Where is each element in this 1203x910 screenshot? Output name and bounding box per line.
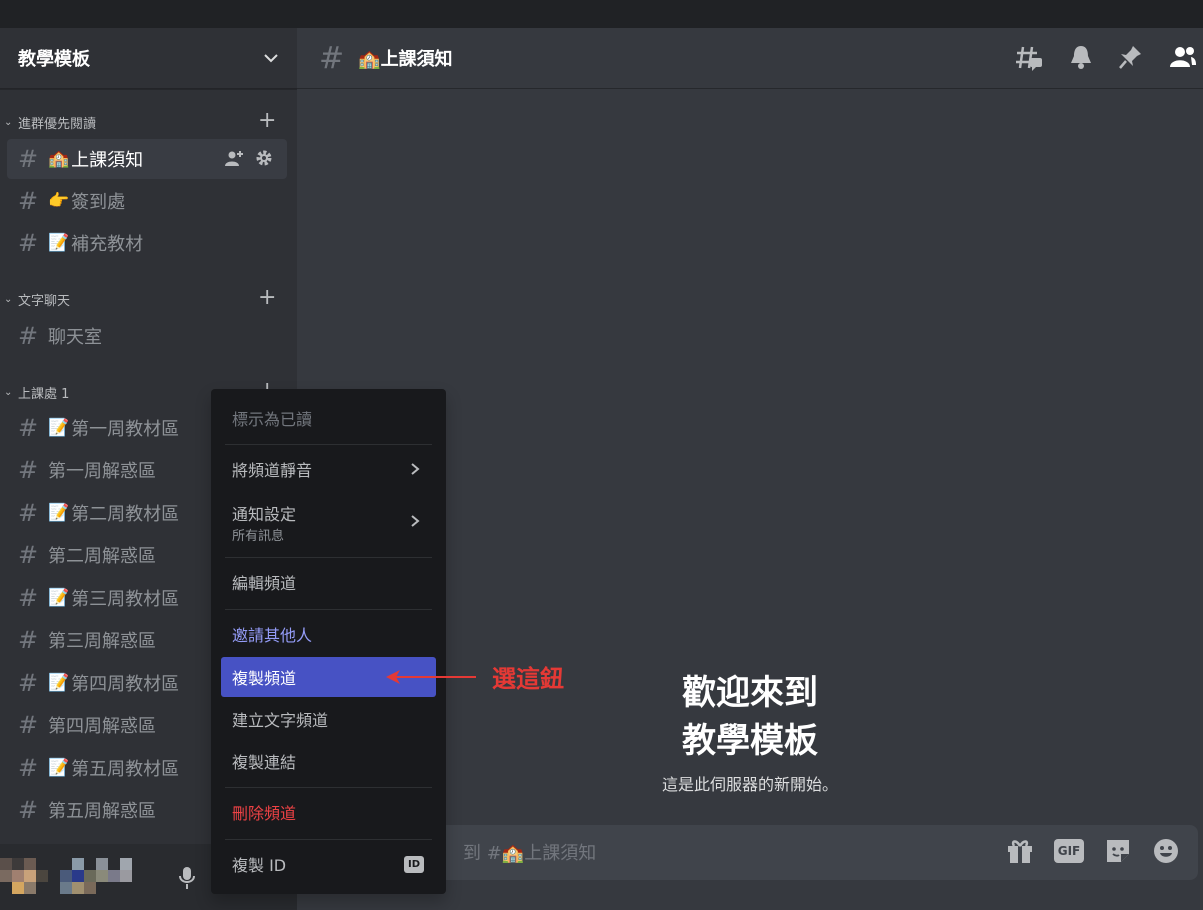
channel-context-menu: 標示為已讀 將頻道靜音 通知設定 所有訊息 編輯頻道 邀請其他人 複製頻道 建立… — [211, 389, 446, 894]
hash-icon: # — [18, 499, 39, 527]
channel-item[interactable]: # 👉 簽到處 — [7, 181, 287, 221]
hash-icon: # — [18, 229, 39, 257]
channel-item[interactable]: # 📝 補充教材 — [7, 223, 287, 263]
id-icon: ID — [404, 856, 424, 873]
menu-item-notification-settings[interactable]: 通知設定 所有訊息 — [221, 493, 436, 547]
avatar[interactable] — [0, 858, 150, 908]
channel-name: 第四周教材區 — [71, 674, 180, 695]
chevron-down-icon — [264, 54, 278, 63]
gift-icon[interactable] — [1006, 837, 1034, 865]
channel-name: 第三周解惑區 — [48, 631, 156, 652]
add-channel-icon[interactable]: + — [258, 110, 276, 132]
caret-down-icon: ⌄ — [4, 293, 13, 305]
channel-name: 第二周解惑區 — [48, 546, 156, 567]
caret-down-icon: ⌄ — [4, 386, 13, 398]
menu-item-copy-link[interactable]: 複製連結 — [221, 741, 436, 781]
header-channel-name: 🏫上課須知 — [358, 49, 453, 70]
channel-emoji: 📝 — [48, 233, 70, 253]
hash-icon: # — [18, 584, 39, 612]
gear-icon[interactable] — [255, 149, 273, 167]
annotation-arrow-icon — [386, 670, 476, 684]
channel-emoji: 📝 — [48, 503, 70, 523]
menu-item-delete-channel[interactable]: 刪除頻道 — [221, 792, 436, 832]
hash-icon: # — [18, 187, 39, 215]
channel-name: 第四周解惑區 — [48, 716, 156, 737]
hash-icon: # — [319, 40, 345, 76]
message-input[interactable]: 到 #🏫上課須知 GIF — [315, 825, 1198, 880]
server-header[interactable]: 教學模板 — [0, 28, 297, 89]
annotation-label: 選這鈕 — [492, 664, 564, 693]
hash-icon: # — [18, 626, 39, 654]
channel-emoji: 📝 — [48, 758, 70, 778]
add-channel-icon[interactable]: + — [258, 287, 276, 309]
hash-icon: # — [18, 414, 39, 442]
invite-member-icon[interactable] — [225, 149, 245, 167]
sticker-icon[interactable] — [1104, 837, 1132, 865]
category-header[interactable]: ⌄ 進群優先閱讀 + — [0, 110, 297, 132]
threads-icon[interactable] — [1015, 44, 1043, 72]
hash-icon: # — [18, 669, 39, 697]
menu-item-copy-id[interactable]: 複製 ID ID — [221, 844, 436, 884]
notification-setting-value: 所有訊息 — [232, 529, 285, 544]
category-name: 文字聊天 — [18, 293, 71, 309]
microphone-icon[interactable] — [178, 866, 196, 890]
channel-header: # 🏫上課須知 — [297, 28, 1203, 89]
pin-icon[interactable] — [1119, 44, 1143, 70]
channel-name: 第一周解惑區 — [48, 461, 156, 482]
channel-emoji: 👉 — [48, 191, 70, 211]
channel-name: 第三周教材區 — [71, 589, 180, 610]
channel-item[interactable]: # 聊天室 — [7, 316, 287, 356]
channel-name: 上課須知 — [71, 150, 144, 171]
menu-divider — [225, 444, 432, 445]
channel-name: 第五周解惑區 — [48, 801, 156, 822]
channel-name: 第一周教材區 — [71, 419, 180, 440]
chevron-right-icon — [411, 463, 420, 475]
hash-icon: # — [18, 711, 39, 739]
server-name: 教學模板 — [18, 49, 90, 70]
member-list-icon[interactable] — [1169, 44, 1197, 70]
hash-icon: # — [18, 456, 39, 484]
caret-down-icon: ⌄ — [4, 116, 13, 128]
channel-name: 簽到處 — [71, 192, 126, 213]
hash-icon: # — [18, 145, 39, 173]
category-header[interactable]: ⌄ 文字聊天 + — [0, 287, 297, 309]
menu-divider — [225, 787, 432, 788]
message-placeholder: 到 #🏫上課須知 — [463, 843, 597, 864]
menu-item-invite-people[interactable]: 邀請其他人 — [221, 614, 436, 654]
hash-icon: # — [18, 796, 39, 824]
menu-item-edit-channel[interactable]: 編輯頻道 — [221, 562, 436, 602]
channel-name: 第五周教材區 — [71, 759, 180, 780]
bell-icon[interactable] — [1069, 44, 1093, 70]
channel-name: 聊天室 — [48, 327, 102, 348]
emoji-icon[interactable] — [1152, 837, 1180, 865]
hash-icon: # — [18, 322, 39, 350]
menu-item-mute-channel[interactable]: 將頻道靜音 — [221, 449, 436, 489]
window-titlebar — [0, 0, 1203, 28]
gif-icon[interactable]: GIF — [1054, 839, 1084, 863]
category-name: 進群優先閱讀 — [18, 116, 97, 132]
chevron-right-icon — [411, 515, 420, 527]
channel-emoji: 📝 — [48, 673, 70, 693]
channel-item[interactable]: # 🏫 上課須知 — [7, 139, 287, 179]
menu-divider — [225, 839, 432, 840]
channel-emoji: 🏫 — [48, 149, 70, 169]
menu-item-mark-read[interactable]: 標示為已讀 — [221, 398, 436, 438]
channel-emoji: 📝 — [48, 588, 70, 608]
menu-divider — [225, 557, 432, 558]
hash-icon: # — [18, 754, 39, 782]
menu-divider — [225, 609, 432, 610]
menu-item-create-text-channel[interactable]: 建立文字頻道 — [221, 699, 436, 739]
channel-name: 第二周教材區 — [71, 504, 180, 525]
hash-icon: # — [18, 541, 39, 569]
category-name: 上課處 1 — [18, 386, 70, 402]
channel-name: 補充教材 — [71, 234, 144, 255]
channel-emoji: 📝 — [48, 418, 70, 438]
